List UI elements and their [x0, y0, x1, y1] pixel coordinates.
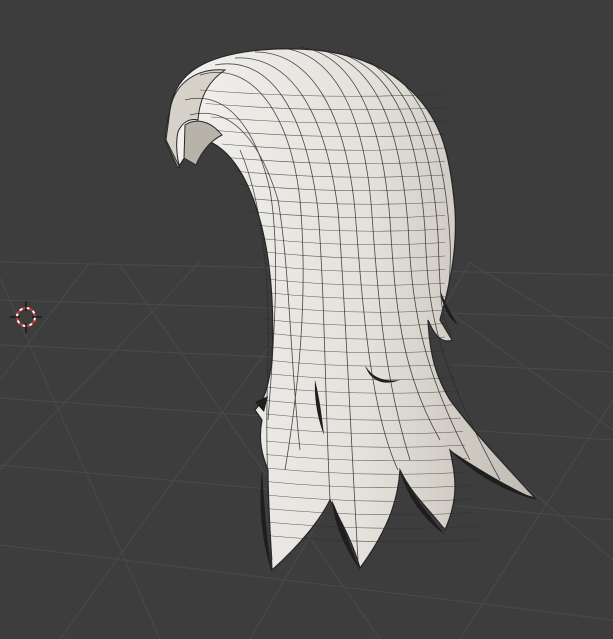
grid-line: [459, 399, 613, 639]
3d-viewport[interactable]: [0, 0, 613, 639]
grid-line: [0, 261, 91, 381]
grid-line: [469, 262, 613, 351]
viewport-canvas[interactable]: [0, 0, 613, 639]
hair-body[interactable]: [164, 48, 537, 572]
3d-cursor-icon[interactable]: [10, 301, 42, 333]
grid-line: [0, 544, 613, 621]
grid-line: [0, 277, 161, 639]
hair-mesh[interactable]: [164, 46, 537, 572]
grid-line: [0, 261, 201, 471]
